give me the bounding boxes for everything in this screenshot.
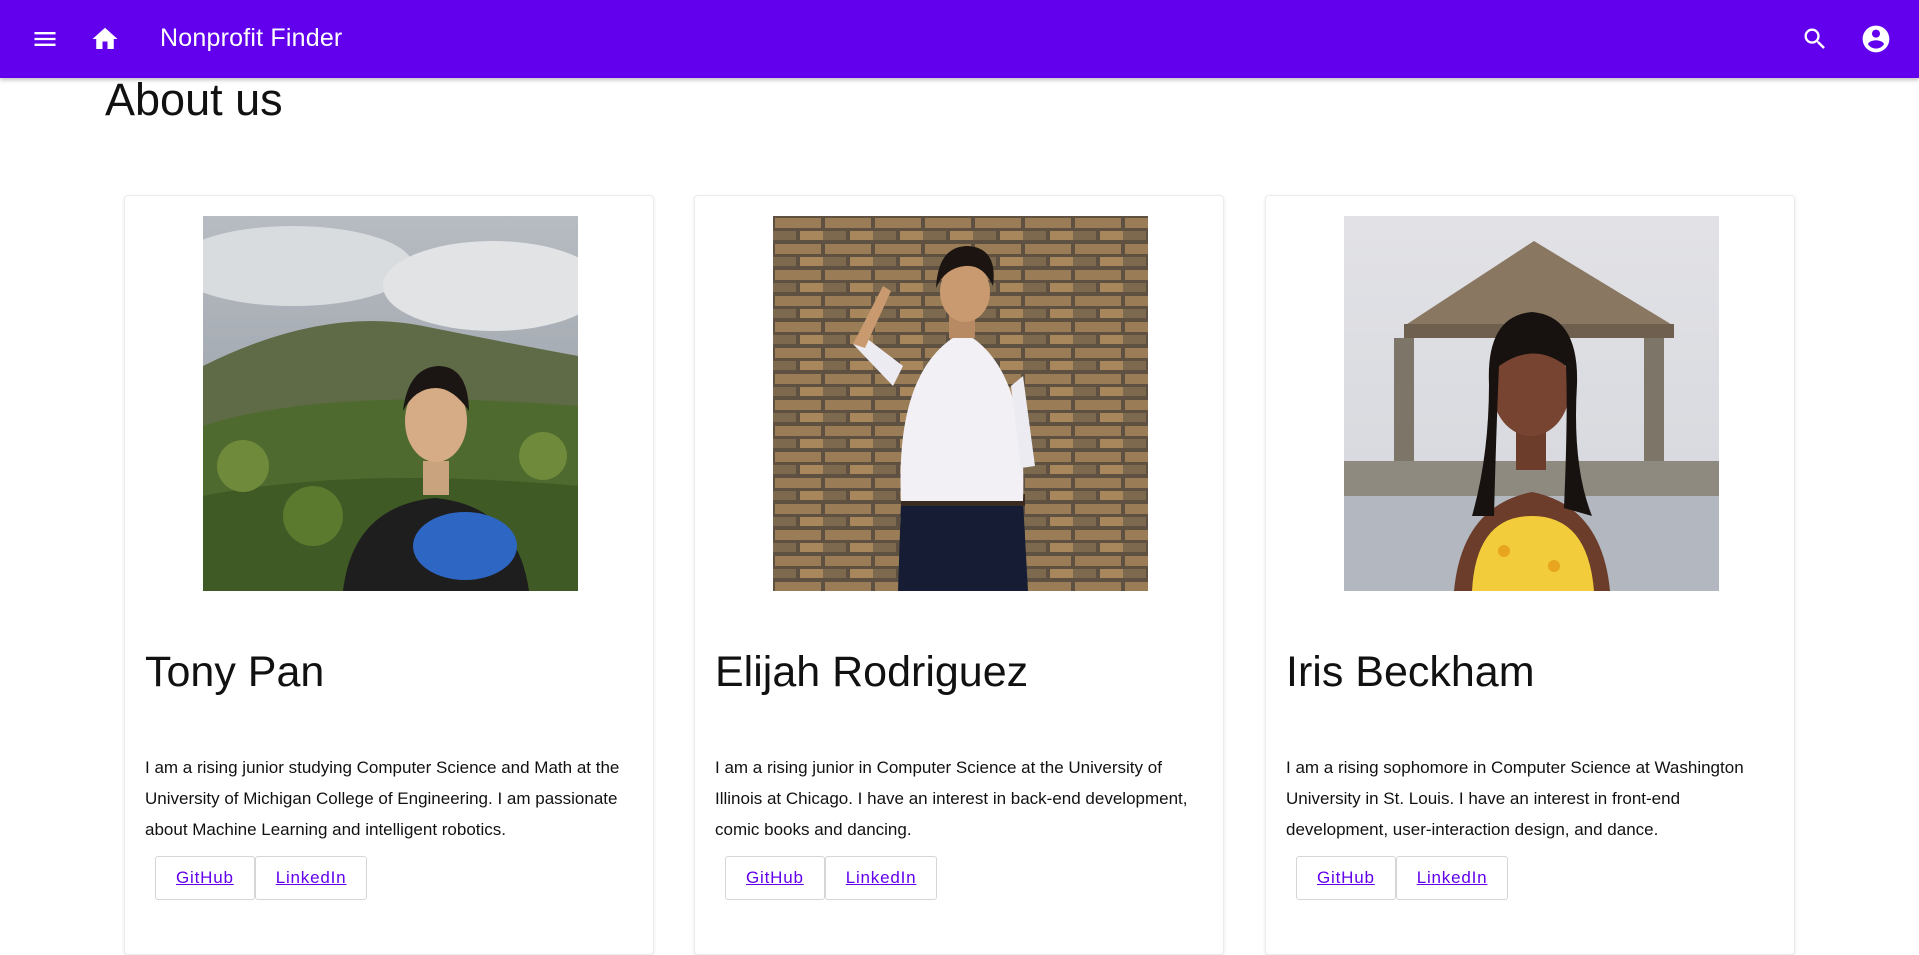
team-member-card: Elijah Rodriguez I am a rising junior in… — [694, 195, 1224, 955]
member-name: Iris Beckham — [1286, 648, 1535, 696]
member-links: GitHub LinkedIn — [725, 856, 938, 900]
linkedin-link[interactable]: LinkedIn — [1395, 856, 1509, 900]
account-icon[interactable] — [1852, 0, 1900, 78]
github-link[interactable]: GitHub — [155, 856, 255, 900]
team-member-card: Iris Beckham I am a rising sophomore in … — [1265, 195, 1795, 955]
search-icon[interactable] — [1791, 0, 1839, 78]
member-bio: I am a rising junior in Computer Science… — [715, 758, 1188, 839]
member-bio: I am a rising sophomore in Computer Scie… — [1286, 758, 1744, 839]
menu-icon[interactable] — [21, 0, 69, 78]
github-link[interactable]: GitHub — [1296, 856, 1396, 900]
member-links: GitHub LinkedIn — [155, 856, 368, 900]
profile-photo — [203, 216, 578, 591]
profile-photo — [1344, 216, 1719, 591]
member-name: Tony Pan — [145, 648, 325, 696]
member-name: Elijah Rodriguez — [715, 648, 1029, 696]
github-link[interactable]: GitHub — [725, 856, 825, 900]
profile-photo — [773, 216, 1148, 591]
top-app-bar: Nonprofit Finder — [0, 0, 1919, 78]
home-icon[interactable] — [81, 0, 129, 78]
team-member-card: Tony Pan I am a rising junior studying C… — [124, 195, 654, 955]
member-bio: I am a rising junior studying Computer S… — [145, 758, 620, 839]
page-title: About us — [105, 74, 283, 125]
linkedin-link[interactable]: LinkedIn — [824, 856, 938, 900]
linkedin-link[interactable]: LinkedIn — [254, 856, 368, 900]
member-links: GitHub LinkedIn — [1296, 856, 1509, 900]
app-title: Nonprofit Finder — [160, 24, 343, 52]
